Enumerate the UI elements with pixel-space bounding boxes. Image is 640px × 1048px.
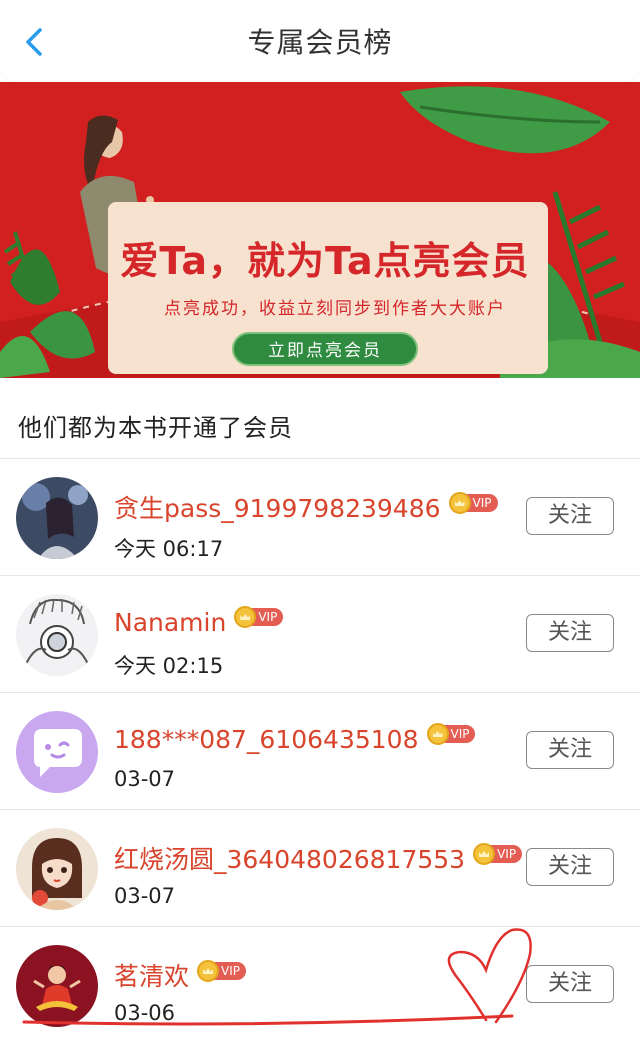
banner-headline: 爱Ta，就为Ta点亮会员 xyxy=(120,239,530,283)
section-title: 他们都为本书开通了会员 xyxy=(18,414,293,442)
member-time: 今天 02:15 xyxy=(114,654,224,678)
vip-badge: VIP xyxy=(473,843,523,865)
member-row[interactable]: 茗清欢 VIP 03-06 关注 xyxy=(0,927,640,1043)
vip-badge: VIP xyxy=(426,723,476,745)
red-cartoon-avatar[interactable] xyxy=(16,945,98,1027)
crown-icon xyxy=(426,723,449,745)
vip-badge: VIP xyxy=(448,492,498,514)
activate-membership-button[interactable]: 立即点亮会员 xyxy=(232,332,418,366)
member-row[interactable]: 188***087_6106435108 VIP 03-07 关注 xyxy=(0,693,640,809)
follow-button[interactable]: 关注 xyxy=(526,848,614,886)
camera-sketch-avatar[interactable] xyxy=(16,594,98,676)
page-title: 专属会员榜 xyxy=(247,26,393,59)
chat-bubble-avatar[interactable] xyxy=(16,711,98,793)
girl-with-flowers-avatar[interactable] xyxy=(16,477,98,559)
follow-button[interactable]: 关注 xyxy=(526,731,614,769)
member-name[interactable]: 茗清欢 VIP xyxy=(114,957,246,993)
member-name[interactable]: 贪生pass_9199798239486 VIP xyxy=(114,489,498,525)
member-time: 今天 06:17 xyxy=(114,537,224,561)
member-time: 03-07 xyxy=(114,767,176,791)
crown-icon xyxy=(197,960,220,982)
member-name[interactable]: 红烧汤圆_364048026817553 VIP xyxy=(114,840,523,876)
vip-badge: VIP xyxy=(197,960,246,982)
back-arrow-icon[interactable] xyxy=(18,24,54,60)
banner-subtitle: 点亮成功，收益立刻同步到作者大大账户 xyxy=(164,299,506,319)
member-row[interactable]: 红烧汤圆_364048026817553 VIP 03-07 关注 xyxy=(0,810,640,926)
promo-banner[interactable]: 爱Ta，就为Ta点亮会员 点亮成功，收益立刻同步到作者大大账户 立即点亮会员 xyxy=(0,82,640,378)
follow-button[interactable]: 关注 xyxy=(526,497,614,535)
member-name[interactable]: 188***087_6106435108 VIP xyxy=(114,723,476,754)
top-nav-bar: 专属会员榜 xyxy=(0,0,640,82)
member-time: 03-06 xyxy=(114,1001,176,1025)
anime-girl-avatar[interactable] xyxy=(16,828,98,910)
member-row[interactable]: Nanamin VIP 今天 02:15 关注 xyxy=(0,576,640,692)
vip-badge: VIP xyxy=(234,606,284,628)
crown-icon xyxy=(473,843,496,865)
member-time: 03-07 xyxy=(114,884,176,908)
follow-button[interactable]: 关注 xyxy=(526,965,614,1003)
member-row[interactable]: 贪生pass_9199798239486 VIP 今天 06:17 关注 xyxy=(0,459,640,575)
member-name[interactable]: Nanamin VIP xyxy=(114,606,284,637)
crown-icon xyxy=(448,492,471,514)
follow-button[interactable]: 关注 xyxy=(526,614,614,652)
